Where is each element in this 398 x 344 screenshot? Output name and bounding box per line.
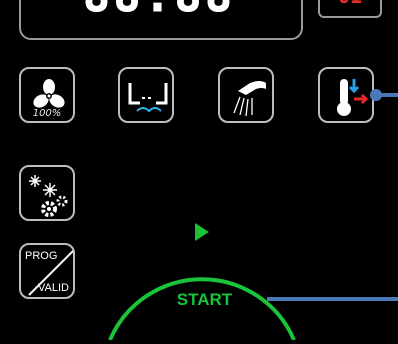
alert-code: 01 <box>338 0 362 8</box>
start-callout-line <box>267 297 398 301</box>
temperature-button[interactable] <box>318 67 374 123</box>
valid-label: VALID <box>38 282 69 294</box>
alert-badge: 01 <box>318 0 382 18</box>
play-triangle-icon <box>195 223 209 241</box>
start-label: START <box>176 290 233 309</box>
start-dial[interactable] <box>102 190 302 341</box>
fan-button[interactable]: 100% <box>19 67 75 123</box>
prog-valid-button[interactable]: PROG VALID <box>19 243 75 299</box>
cleaning-button[interactable] <box>19 165 75 221</box>
drain-button[interactable] <box>118 67 174 123</box>
start-ring <box>108 223 296 341</box>
temperature-callout-line <box>378 93 398 97</box>
prog-label: PROG <box>25 250 58 262</box>
time-readout: 88:88 <box>52 0 267 20</box>
fan-speed-caption: 100% <box>32 108 62 119</box>
drain-pipe-icon <box>128 83 168 113</box>
thermometer-icon <box>337 79 369 116</box>
shower-button[interactable] <box>218 67 274 123</box>
shower-head-icon <box>233 81 266 117</box>
sparkle-gears-icon <box>29 175 68 217</box>
